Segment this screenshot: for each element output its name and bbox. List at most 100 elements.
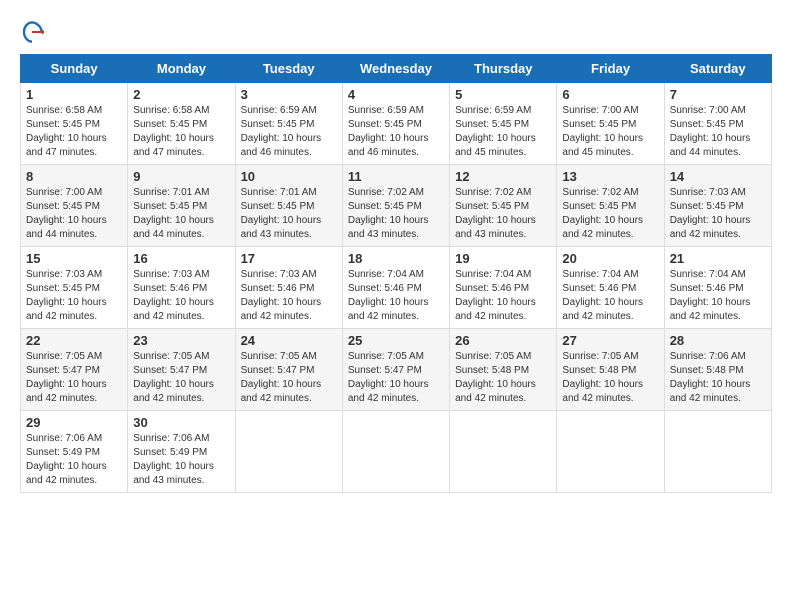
calendar-day-20: 20 Sunrise: 7:04 AM Sunset: 5:46 PM Dayli… bbox=[557, 247, 664, 329]
weekday-header-saturday: Saturday bbox=[664, 55, 771, 83]
day-number: 22 bbox=[26, 333, 122, 348]
day-info: Sunrise: 7:04 AM Sunset: 5:46 PM Dayligh… bbox=[562, 268, 658, 324]
weekday-header-thursday: Thursday bbox=[450, 55, 557, 83]
calendar-day-19: 19Sunrise: 7:04 AM Sunset: 5:46 PM Dayli… bbox=[450, 247, 557, 329]
day-number: 15 bbox=[26, 251, 122, 266]
calendar-week-row-3: 15 Sunrise: 7:03 AM Sunset: 5:45 PM Dayli… bbox=[21, 247, 772, 329]
day-number: 29 bbox=[26, 415, 122, 430]
calendar-day-29: 29Sunrise: 7:06 AM Sunset: 5:49 PM Dayli… bbox=[21, 411, 128, 493]
day-number: 1 bbox=[26, 87, 122, 102]
day-number: 25 bbox=[348, 333, 444, 348]
calendar-day-28: 28 Sunrise: 7:06 AM Sunset: 5:48 PM Dayli… bbox=[664, 329, 771, 411]
day-info: Sunrise: 7:05 AM Sunset: 5:47 PM Dayligh… bbox=[241, 350, 337, 406]
weekday-header-monday: Monday bbox=[128, 55, 235, 83]
day-info: Sunrise: 7:03 AM Sunset: 5:46 PM Dayligh… bbox=[133, 268, 229, 324]
day-number: 12 bbox=[455, 169, 551, 184]
day-info: Sunrise: 7:04 AM Sunset: 5:46 PM Dayligh… bbox=[348, 268, 444, 324]
calendar-day-12: 12Sunrise: 7:02 AM Sunset: 5:45 PM Dayli… bbox=[450, 165, 557, 247]
day-info: Sunrise: 7:05 AM Sunset: 5:47 PM Dayligh… bbox=[26, 350, 122, 406]
calendar-day-26: 26Sunrise: 7:05 AM Sunset: 5:48 PM Dayli… bbox=[450, 329, 557, 411]
day-info: Sunrise: 6:59 AM Sunset: 5:45 PM Dayligh… bbox=[348, 104, 444, 160]
day-number: 4 bbox=[348, 87, 444, 102]
day-info: Sunrise: 7:03 AM Sunset: 5:46 PM Dayligh… bbox=[241, 268, 337, 324]
weekday-header-tuesday: Tuesday bbox=[235, 55, 342, 83]
day-number: 23 bbox=[133, 333, 229, 348]
day-info: Sunrise: 7:03 AM Sunset: 5:45 PM Dayligh… bbox=[26, 268, 122, 324]
calendar-day-7: 7 Sunrise: 7:00 AM Sunset: 5:45 PM Daylig… bbox=[664, 83, 771, 165]
day-number: 14 bbox=[670, 169, 766, 184]
day-info: Sunrise: 7:05 AM Sunset: 5:47 PM Dayligh… bbox=[133, 350, 229, 406]
calendar-day-25: 25 Sunrise: 7:05 AM Sunset: 5:47 PM Dayli… bbox=[342, 329, 449, 411]
day-number: 10 bbox=[241, 169, 337, 184]
calendar-body: 1 Sunrise: 6:58 AM Sunset: 5:45 PM Daylig… bbox=[21, 83, 772, 493]
day-number: 28 bbox=[670, 333, 766, 348]
calendar-day-empty bbox=[664, 411, 771, 493]
calendar-day-2: 2 Sunrise: 6:58 AM Sunset: 5:45 PM Daylig… bbox=[128, 83, 235, 165]
logo-icon bbox=[20, 20, 44, 44]
calendar-week-row-2: 8Sunrise: 7:00 AM Sunset: 5:45 PM Daylig… bbox=[21, 165, 772, 247]
day-number: 8 bbox=[26, 169, 122, 184]
page-header bbox=[20, 20, 772, 44]
day-number: 19 bbox=[455, 251, 551, 266]
calendar-day-empty bbox=[235, 411, 342, 493]
calendar-day-empty bbox=[450, 411, 557, 493]
day-number: 3 bbox=[241, 87, 337, 102]
day-info: Sunrise: 7:05 AM Sunset: 5:47 PM Dayligh… bbox=[348, 350, 444, 406]
calendar-day-empty bbox=[557, 411, 664, 493]
calendar-day-27: 27Sunrise: 7:05 AM Sunset: 5:48 PM Dayli… bbox=[557, 329, 664, 411]
calendar-day-3: 3 Sunrise: 6:59 AM Sunset: 5:45 PM Daylig… bbox=[235, 83, 342, 165]
calendar-day-22: 22 Sunrise: 7:05 AM Sunset: 5:47 PM Dayli… bbox=[21, 329, 128, 411]
calendar-day-24: 24Sunrise: 7:05 AM Sunset: 5:47 PM Dayli… bbox=[235, 329, 342, 411]
day-info: Sunrise: 7:06 AM Sunset: 5:49 PM Dayligh… bbox=[133, 432, 229, 488]
day-number: 30 bbox=[133, 415, 229, 430]
weekday-header-sunday: Sunday bbox=[21, 55, 128, 83]
calendar-day-13: 13 Sunrise: 7:02 AM Sunset: 5:45 PM Dayli… bbox=[557, 165, 664, 247]
calendar-day-15: 15 Sunrise: 7:03 AM Sunset: 5:45 PM Dayli… bbox=[21, 247, 128, 329]
day-info: Sunrise: 6:59 AM Sunset: 5:45 PM Dayligh… bbox=[241, 104, 337, 160]
weekday-header-wednesday: Wednesday bbox=[342, 55, 449, 83]
day-number: 5 bbox=[455, 87, 551, 102]
day-number: 6 bbox=[562, 87, 658, 102]
day-info: Sunrise: 7:04 AM Sunset: 5:46 PM Dayligh… bbox=[670, 268, 766, 324]
day-info: Sunrise: 6:58 AM Sunset: 5:45 PM Dayligh… bbox=[133, 104, 229, 160]
day-number: 2 bbox=[133, 87, 229, 102]
day-number: 9 bbox=[133, 169, 229, 184]
calendar-day-18: 18Sunrise: 7:04 AM Sunset: 5:46 PM Dayli… bbox=[342, 247, 449, 329]
day-number: 16 bbox=[133, 251, 229, 266]
calendar-day-14: 14 Sunrise: 7:03 AM Sunset: 5:45 PM Dayli… bbox=[664, 165, 771, 247]
calendar-day-16: 16 Sunrise: 7:03 AM Sunset: 5:46 PM Dayli… bbox=[128, 247, 235, 329]
day-number: 11 bbox=[348, 169, 444, 184]
calendar-day-1: 1 Sunrise: 6:58 AM Sunset: 5:45 PM Daylig… bbox=[21, 83, 128, 165]
day-number: 17 bbox=[241, 251, 337, 266]
calendar-day-empty bbox=[342, 411, 449, 493]
calendar-header: SundayMondayTuesdayWednesdayThursdayFrid… bbox=[21, 55, 772, 83]
calendar-day-8: 8Sunrise: 7:00 AM Sunset: 5:45 PM Daylig… bbox=[21, 165, 128, 247]
day-info: Sunrise: 7:01 AM Sunset: 5:45 PM Dayligh… bbox=[241, 186, 337, 242]
day-info: Sunrise: 6:59 AM Sunset: 5:45 PM Dayligh… bbox=[455, 104, 551, 160]
calendar-week-row-1: 1 Sunrise: 6:58 AM Sunset: 5:45 PM Daylig… bbox=[21, 83, 772, 165]
day-number: 21 bbox=[670, 251, 766, 266]
day-info: Sunrise: 7:05 AM Sunset: 5:48 PM Dayligh… bbox=[455, 350, 551, 406]
calendar-day-9: 9Sunrise: 7:01 AM Sunset: 5:45 PM Daylig… bbox=[128, 165, 235, 247]
calendar-day-4: 4 Sunrise: 6:59 AM Sunset: 5:45 PM Daylig… bbox=[342, 83, 449, 165]
calendar-table: SundayMondayTuesdayWednesdayThursdayFrid… bbox=[20, 54, 772, 493]
day-info: Sunrise: 7:00 AM Sunset: 5:45 PM Dayligh… bbox=[562, 104, 658, 160]
calendar-week-row-4: 22 Sunrise: 7:05 AM Sunset: 5:47 PM Dayli… bbox=[21, 329, 772, 411]
day-number: 13 bbox=[562, 169, 658, 184]
day-info: Sunrise: 7:03 AM Sunset: 5:45 PM Dayligh… bbox=[670, 186, 766, 242]
logo bbox=[20, 20, 48, 44]
day-info: Sunrise: 6:58 AM Sunset: 5:45 PM Dayligh… bbox=[26, 104, 122, 160]
calendar-day-6: 6 Sunrise: 7:00 AM Sunset: 5:45 PM Daylig… bbox=[557, 83, 664, 165]
calendar-day-5: 5 Sunrise: 6:59 AM Sunset: 5:45 PM Daylig… bbox=[450, 83, 557, 165]
calendar-day-30: 30 Sunrise: 7:06 AM Sunset: 5:49 PM Dayli… bbox=[128, 411, 235, 493]
day-number: 27 bbox=[562, 333, 658, 348]
day-info: Sunrise: 7:00 AM Sunset: 5:45 PM Dayligh… bbox=[670, 104, 766, 160]
calendar-day-21: 21 Sunrise: 7:04 AM Sunset: 5:46 PM Dayli… bbox=[664, 247, 771, 329]
calendar-day-10: 10 Sunrise: 7:01 AM Sunset: 5:45 PM Dayli… bbox=[235, 165, 342, 247]
day-info: Sunrise: 7:02 AM Sunset: 5:45 PM Dayligh… bbox=[562, 186, 658, 242]
day-number: 20 bbox=[562, 251, 658, 266]
day-number: 7 bbox=[670, 87, 766, 102]
day-info: Sunrise: 7:06 AM Sunset: 5:48 PM Dayligh… bbox=[670, 350, 766, 406]
weekday-header-friday: Friday bbox=[557, 55, 664, 83]
calendar-day-23: 23 Sunrise: 7:05 AM Sunset: 5:47 PM Dayli… bbox=[128, 329, 235, 411]
